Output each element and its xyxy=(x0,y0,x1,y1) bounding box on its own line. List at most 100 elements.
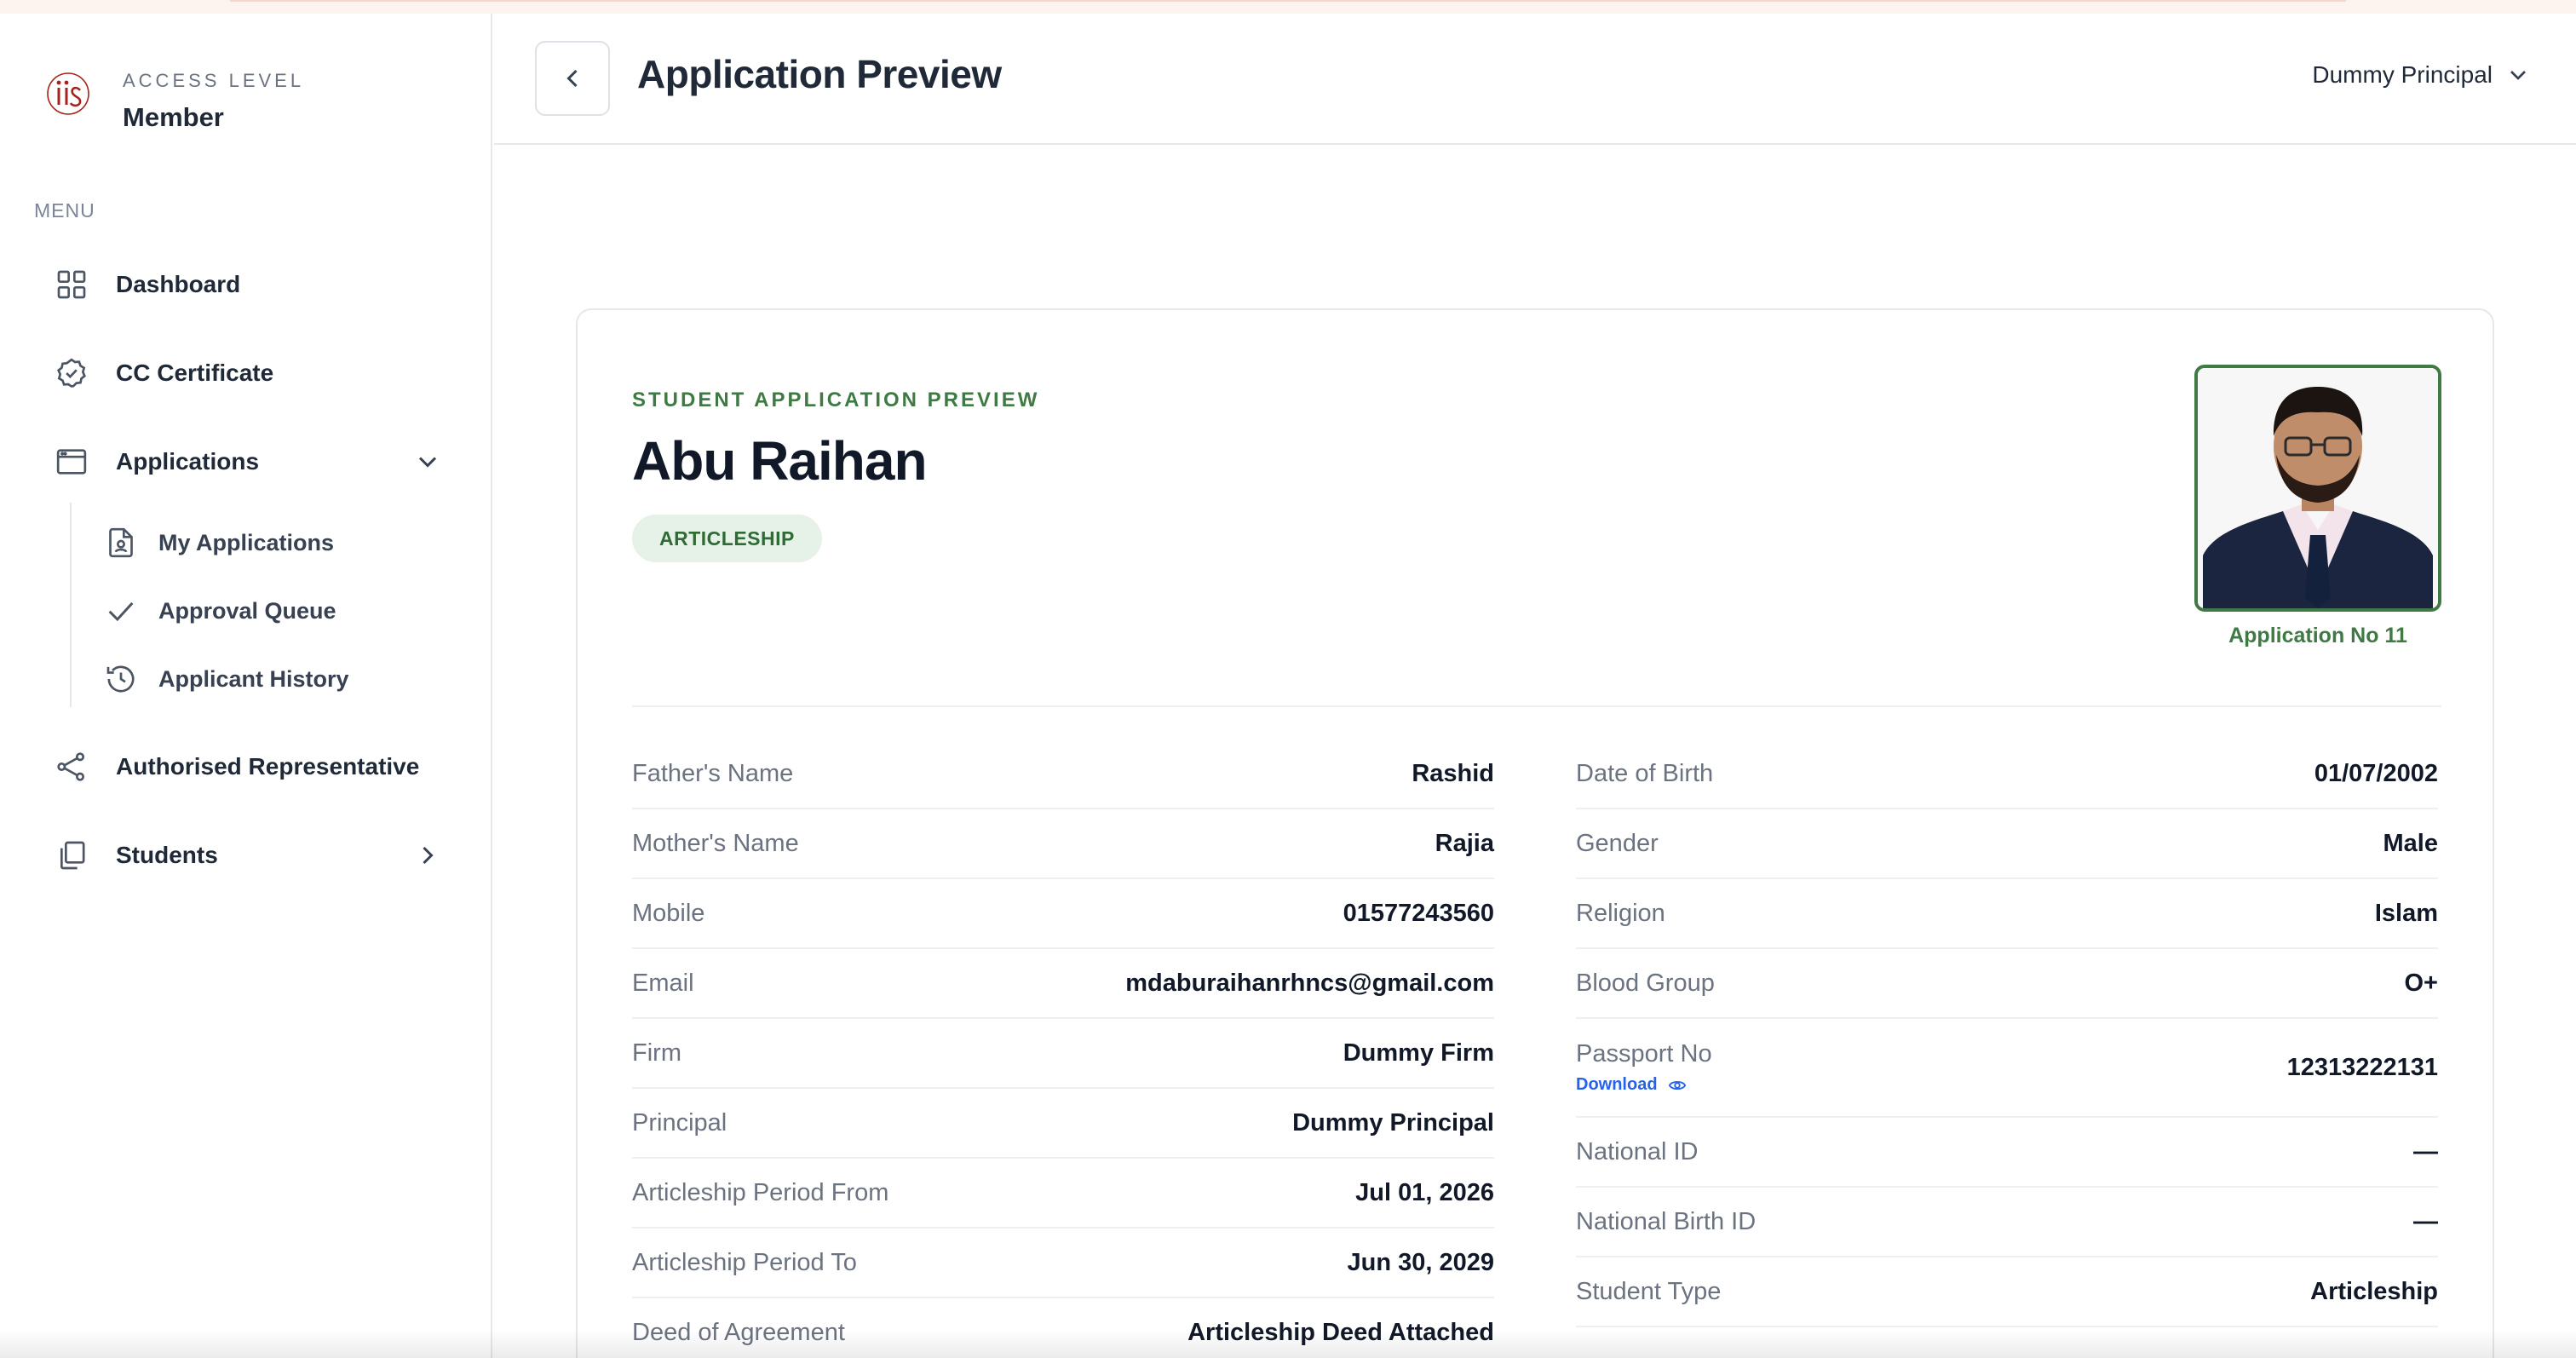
detail-row-gender: Gender Male xyxy=(1576,809,2438,879)
sidebar-item-applications[interactable]: Applications xyxy=(34,434,451,489)
field-label: Passport No xyxy=(1576,1040,1712,1067)
submenu-tree-line xyxy=(70,503,72,707)
detail-row-fathers-name: Father's Name Rashid xyxy=(632,739,1494,809)
field-label: National ID xyxy=(1576,1137,1699,1165)
student-photo xyxy=(2194,365,2441,612)
field-label: Religion xyxy=(1576,899,1665,927)
field-label: Email xyxy=(632,969,694,997)
passport-download-link[interactable]: Download xyxy=(1576,1075,1712,1095)
field-value: O+ xyxy=(2404,969,2439,997)
back-button[interactable] xyxy=(535,41,610,116)
field-label: Articleship Period To xyxy=(632,1248,857,1276)
field-label-group: Passport No Download xyxy=(1576,1040,1712,1095)
application-preview-card: STUDENT APPLICATION PREVIEW Abu Raihan A… xyxy=(576,308,2494,1358)
field-value[interactable]: Articleship Deed Attached xyxy=(1187,1319,1494,1347)
student-name: Abu Raihan xyxy=(632,430,928,492)
window-icon xyxy=(51,441,92,482)
card-divider xyxy=(632,705,2441,707)
field-value: 01/07/2002 xyxy=(2314,759,2438,787)
student-type-badge: ARTICLESHIP xyxy=(632,515,822,562)
detail-row-email: Email mdaburaihanrhncs@gmail.com xyxy=(632,949,1494,1019)
sidebar-item-label: Dashboard xyxy=(116,271,241,297)
top-accent-line xyxy=(230,0,2346,2)
user-menu-dropdown[interactable]: Dummy Principal xyxy=(2312,61,2532,89)
field-value: Rajia xyxy=(1435,829,1494,857)
field-value: — xyxy=(2413,1207,2438,1235)
field-value: Dummy Principal xyxy=(1292,1108,1494,1136)
sidebar-item-label: Applications xyxy=(116,448,260,475)
chevron-down-icon xyxy=(2510,71,2526,80)
file-user-icon xyxy=(102,524,140,561)
chevron-down-icon[interactable] xyxy=(412,446,443,477)
sidebar-subitem-approval-queue[interactable]: Approval Queue xyxy=(102,586,460,636)
details-left-column: Father's Name Rashid Mother's Name Rajia… xyxy=(632,739,1494,1358)
application-number: Application No 11 xyxy=(2228,624,2407,647)
field-value: Dummy Firm xyxy=(1343,1039,1494,1067)
page-header: Application Preview Dummy Principal xyxy=(494,14,2576,145)
field-label: Principal xyxy=(632,1108,727,1136)
field-value: Jun 30, 2029 xyxy=(1347,1248,1495,1276)
detail-row-firm: Firm Dummy Firm xyxy=(632,1019,1494,1089)
field-label: Father's Name xyxy=(632,759,794,787)
grid-icon xyxy=(51,264,92,305)
detail-row-period-to: Articleship Period To Jun 30, 2029 xyxy=(632,1229,1494,1298)
sidebar-subitem-label: Approval Queue xyxy=(158,597,336,624)
detail-row-student-type: Student Type Articleship xyxy=(1576,1257,2438,1327)
field-value: Male xyxy=(2383,829,2438,857)
access-level-label: ACCESS LEVEL xyxy=(123,70,305,91)
card-eyebrow: STUDENT APPLICATION PREVIEW xyxy=(632,388,1040,411)
detail-row-date-of-birth: Date of Birth 01/07/2002 xyxy=(1576,739,2438,809)
field-value: Rashid xyxy=(1412,759,1494,787)
field-label: Articleship Period From xyxy=(632,1178,889,1206)
detail-row-passport-no: Passport No Download 12313222131 xyxy=(1576,1019,2438,1118)
field-label: Firm xyxy=(632,1039,681,1067)
field-label: Student Type xyxy=(1576,1277,1722,1305)
sidebar-item-label: CC Certificate xyxy=(116,360,274,386)
detail-row-national-id: National ID — xyxy=(1576,1118,2438,1188)
sidebar-item-dashboard[interactable]: Dashboard xyxy=(34,257,451,312)
sidebar-item-authorised-representative[interactable]: Authorised Representative xyxy=(34,739,451,794)
field-label: National Birth ID xyxy=(1576,1207,1757,1235)
chevron-left-icon xyxy=(566,69,578,88)
field-value: Jul 01, 2026 xyxy=(1355,1178,1494,1206)
field-label: Date of Birth xyxy=(1576,759,1714,787)
history-icon xyxy=(102,660,140,698)
badge-check-icon xyxy=(51,353,92,394)
detail-row-mobile: Mobile 01577243560 xyxy=(632,879,1494,949)
detail-row-period-from: Articleship Period From Jul 01, 2026 xyxy=(632,1159,1494,1229)
sidebar-item-students[interactable]: Students xyxy=(34,828,451,883)
eye-icon xyxy=(1668,1080,1686,1090)
brand-logo-icon xyxy=(44,70,92,118)
field-label: Deed of Agreement xyxy=(632,1318,845,1346)
detail-row-religion: Religion Islam xyxy=(1576,879,2438,949)
access-level-value: Member xyxy=(123,102,224,132)
sidebar-subitem-label: Applicant History xyxy=(158,665,349,692)
share-nodes-icon xyxy=(51,746,92,787)
field-label: Gender xyxy=(1576,829,1659,857)
field-value: Islam xyxy=(2374,899,2438,927)
detail-row-deed-of-agreement: Deed of Agreement Articleship Deed Attac… xyxy=(632,1298,1494,1358)
detail-row-national-birth-id: National Birth ID — xyxy=(1576,1188,2438,1257)
menu-section-label: MENU xyxy=(34,199,95,222)
chevron-right-icon[interactable] xyxy=(412,840,443,871)
download-link-label: Download xyxy=(1576,1075,1658,1094)
field-label: Mother's Name xyxy=(632,829,799,857)
field-label: Blood Group xyxy=(1576,969,1715,997)
details-right-column: Date of Birth 01/07/2002 Gender Male Rel… xyxy=(1576,739,2438,1327)
sidebar-subitem-my-applications[interactable]: My Applications xyxy=(102,518,460,567)
field-value: 01577243560 xyxy=(1343,899,1494,927)
top-accent-bar xyxy=(0,0,2576,14)
sidebar-subitem-label: My Applications xyxy=(158,529,335,555)
detail-row-principal: Principal Dummy Principal xyxy=(632,1089,1494,1159)
page-title: Application Preview xyxy=(637,52,1002,96)
field-label: Mobile xyxy=(632,899,705,927)
user-name: Dummy Principal xyxy=(2312,61,2493,88)
sidebar-item-cc-certificate[interactable]: CC Certificate xyxy=(34,346,451,400)
sidebar-item-label: Authorised Representative xyxy=(116,753,420,780)
field-value: mdaburaihanrhncs@gmail.com xyxy=(1125,969,1494,997)
sidebar-subitem-applicant-history[interactable]: Applicant History xyxy=(102,654,460,704)
detail-row-blood-group: Blood Group O+ xyxy=(1576,949,2438,1019)
sidebar-item-label: Students xyxy=(116,842,218,868)
copy-icon xyxy=(51,835,92,876)
field-value: 12313222131 xyxy=(2286,1053,2438,1081)
